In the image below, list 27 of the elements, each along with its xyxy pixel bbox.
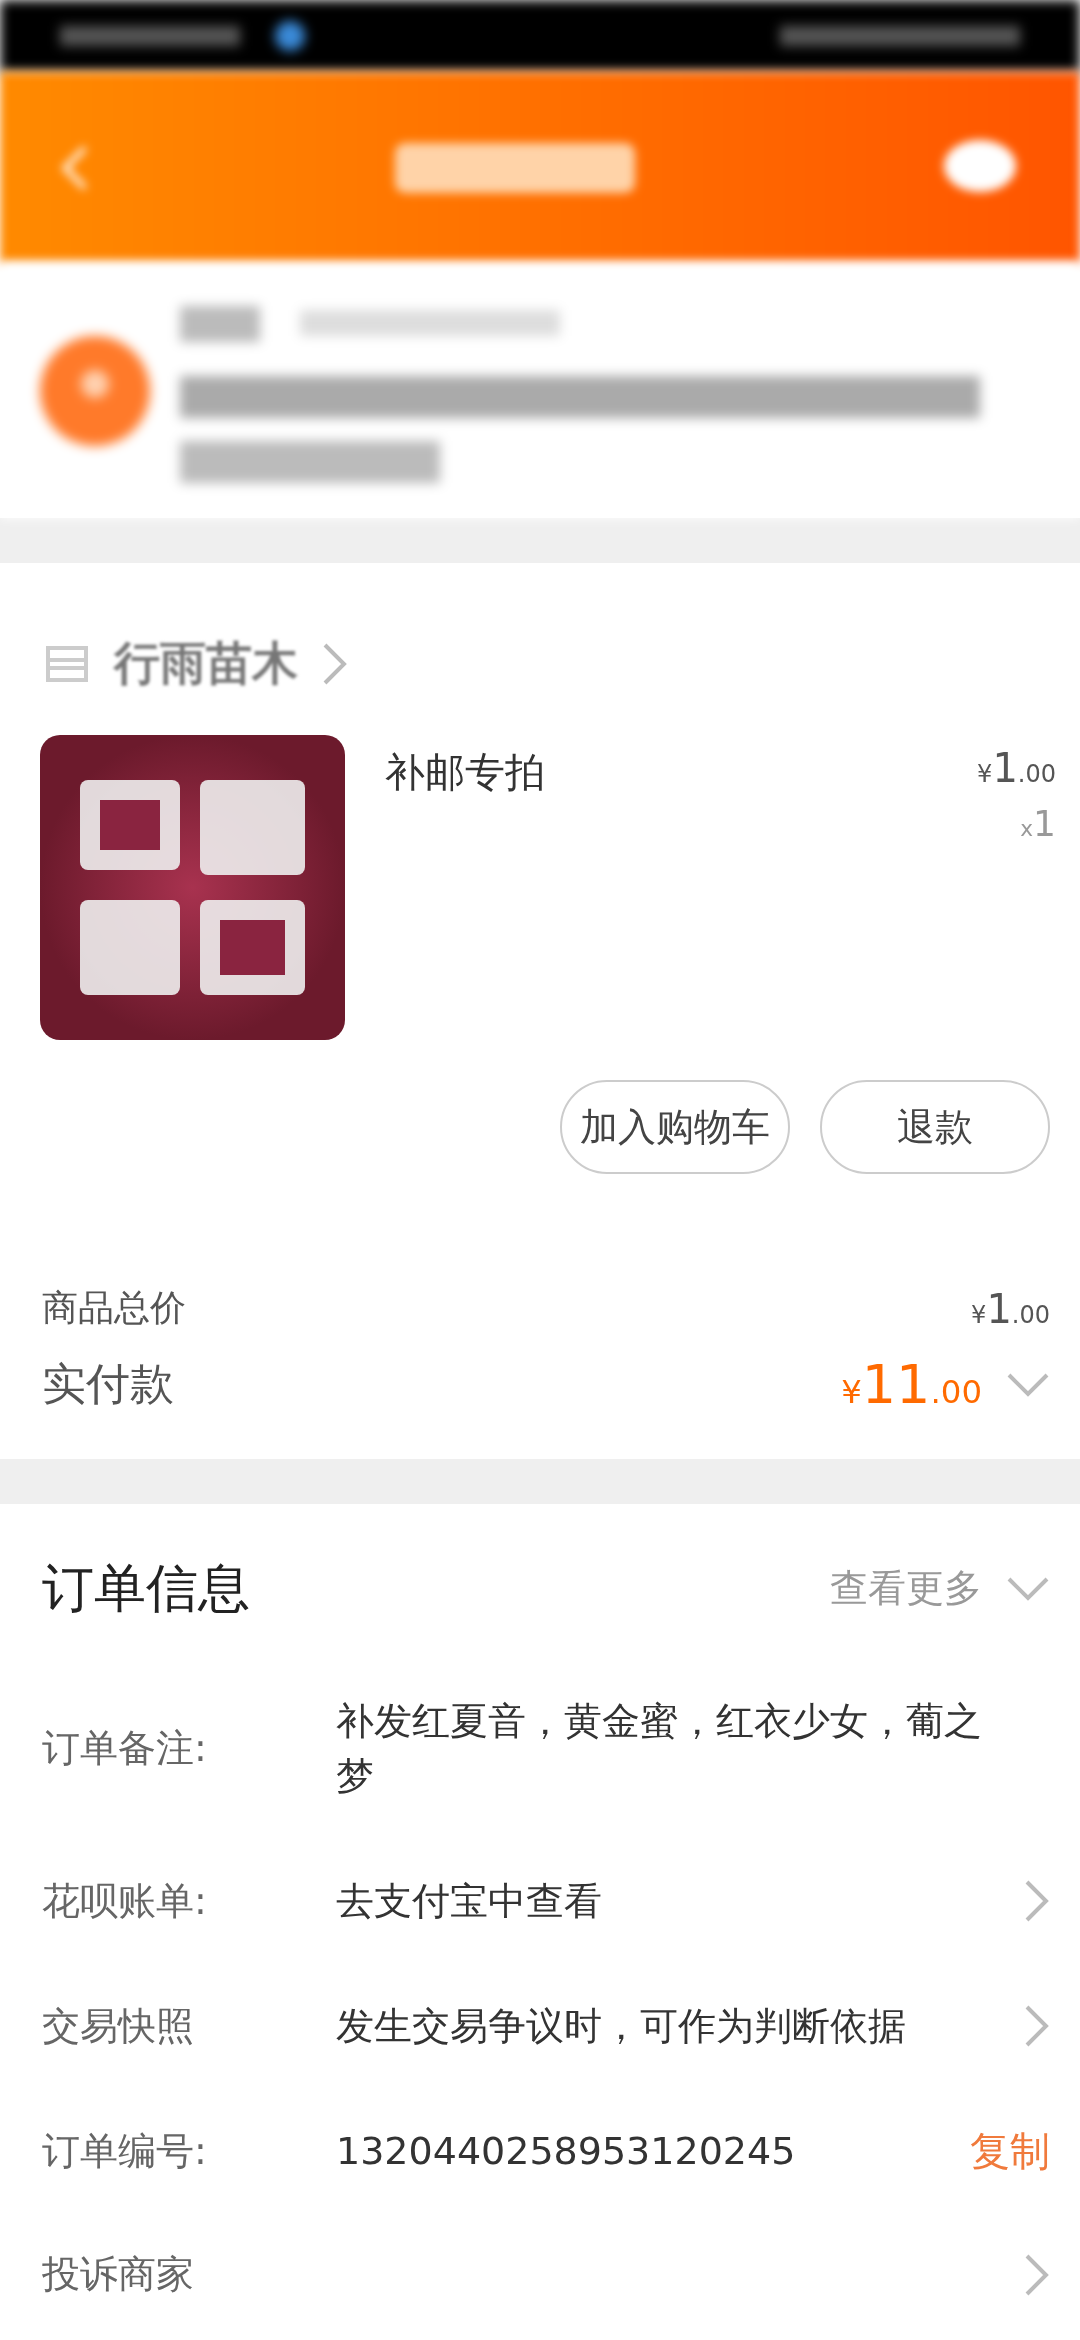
add-to-cart-button[interactable]: 加入购物车 — [560, 1080, 790, 1175]
chevron-down-icon — [1006, 1575, 1050, 1602]
info-label: 交易快照 — [42, 2002, 195, 2050]
info-label: 投诉商家 — [42, 2251, 195, 2298]
total-price: ¥11.00 — [841, 1353, 982, 1417]
store-icon — [44, 644, 90, 685]
location-icon — [40, 335, 150, 446]
chevron-right-icon — [322, 642, 348, 687]
info-label: 订单编号: — [42, 2127, 208, 2175]
chevron-right-icon — [1024, 2004, 1050, 2049]
product-name[interactable]: 补邮专拍 — [385, 735, 938, 1041]
section-title: 订单信息 — [42, 1556, 250, 1620]
product-quantity: x 1 — [1020, 803, 1056, 845]
info-value: 1320440258953120245 — [336, 2127, 797, 2175]
chevron-down-icon — [1006, 1371, 1050, 1398]
chevron-right-icon — [1024, 2252, 1050, 2297]
info-value: 补发红夏音，黄金蜜，红衣少女，葡之梦 — [336, 1697, 983, 1800]
info-value[interactable]: 发生交易争议时，可作为判断依据 — [336, 1998, 990, 2054]
chevron-right-icon — [1024, 1879, 1050, 1924]
info-label: 订单备注: — [42, 1725, 208, 1773]
refund-button[interactable]: 退款 — [820, 1080, 1050, 1175]
total-price: ¥1.00 — [971, 1285, 1050, 1332]
product-price: ¥1.00 — [977, 745, 1056, 792]
info-label: 花呗账单: — [42, 1877, 208, 1925]
info-value[interactable]: 去支付宝中查看 — [336, 1873, 990, 1929]
total-label: 商品总价 — [42, 1286, 186, 1331]
total-label: 实付款 — [42, 1357, 174, 1412]
